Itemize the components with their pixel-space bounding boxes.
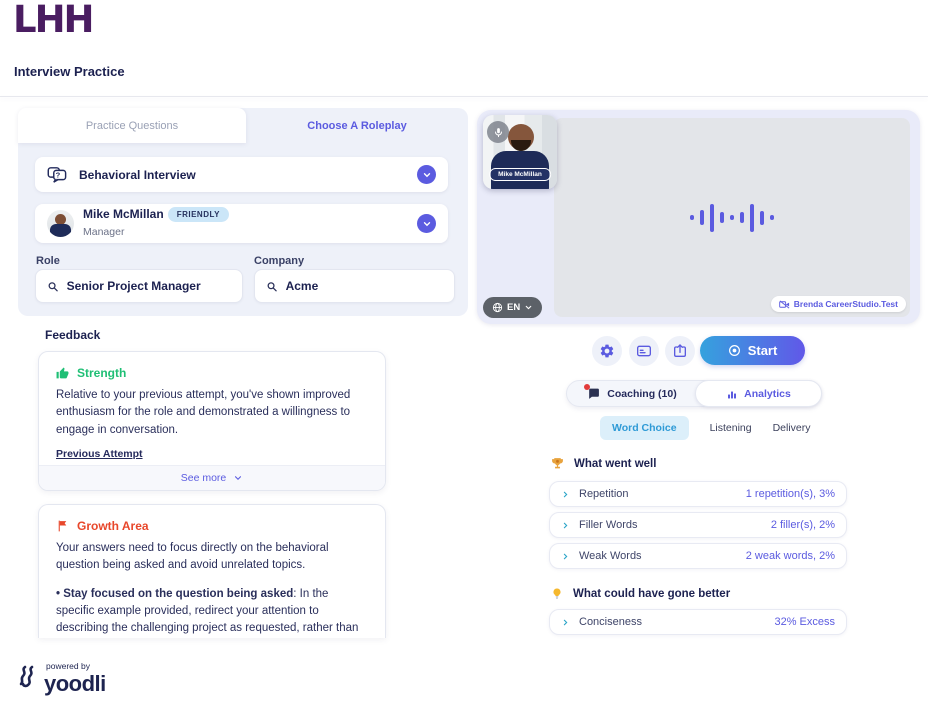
globe-icon (492, 302, 503, 313)
flag-icon (56, 519, 69, 533)
growth-paragraph: Your answers need to focus directly on t… (56, 540, 368, 575)
growth-area-card: Growth Area Your answers need to focus d… (38, 504, 386, 638)
header-divider (0, 96, 928, 97)
company-search-field (254, 269, 455, 303)
metric-row-filler-words[interactable]: Filler Words 2 filler(s), 2% (549, 512, 847, 538)
persona-name: Mike McMillan (83, 207, 164, 221)
chevron-right-icon (561, 521, 570, 530)
growth-title: Growth Area (77, 519, 149, 533)
webcam-thumbnail: Mike McMillan (483, 115, 557, 189)
svg-text:?: ? (56, 170, 61, 179)
role-search-field (35, 269, 243, 303)
chevron-down-icon (422, 219, 432, 229)
mode-tabs: Coaching (10) Analytics (566, 380, 822, 407)
chevron-right-icon (561, 552, 570, 561)
metric-row-repetition[interactable]: Repetition 1 repetition(s), 3% (549, 481, 847, 507)
bar-chart-icon (726, 388, 738, 400)
analytics-tab-label: Analytics (744, 388, 791, 400)
search-icon (47, 280, 59, 293)
yoodli-mark-icon (16, 663, 40, 695)
metric-row-conciseness[interactable]: Conciseness 32% Excess (549, 609, 847, 635)
captions-icon (636, 343, 652, 359)
gone-better-title: What could have gone better (573, 588, 730, 600)
roleplay-panel: Practice Questions Choose A Roleplay ? B… (18, 108, 468, 316)
see-more-button[interactable]: See more (39, 465, 385, 490)
share-icon (672, 343, 688, 359)
lhh-logo: LHH (13, 0, 93, 41)
persona-expand-button[interactable] (417, 214, 436, 233)
strength-body: Relative to your previous attempt, you'v… (39, 387, 385, 439)
yoodli-wordmark: yoodli (44, 673, 106, 695)
role-input[interactable] (67, 279, 231, 293)
tab-choose-a-roleplay[interactable]: Choose A Roleplay (246, 108, 468, 143)
participant-name-pill: Mike McMillan (489, 168, 551, 181)
strength-card: Strength Relative to your previous attem… (38, 351, 386, 491)
powered-by-label: powered by (46, 662, 106, 671)
feedback-heading: Feedback (45, 328, 100, 342)
tab-practice-questions[interactable]: Practice Questions (18, 108, 246, 143)
persona-badge: FRIENDLY (168, 207, 229, 222)
recorder-label-pill: Brenda CareerStudio.Test (771, 296, 906, 312)
chevron-down-icon (233, 473, 243, 483)
settings-button[interactable] (592, 336, 622, 366)
scenario-expand-button[interactable] (417, 165, 436, 184)
went-well-title: What went well (574, 458, 656, 470)
went-well-heading: What went well (551, 457, 656, 470)
subtab-delivery[interactable]: Delivery (773, 422, 811, 434)
growth-bullet: • Stay focused on the question being ask… (56, 586, 368, 639)
search-icon (266, 280, 278, 293)
subtab-word-choice[interactable]: Word Choice (600, 416, 689, 440)
tab-coaching[interactable]: Coaching (10) (567, 381, 697, 406)
record-icon (728, 344, 741, 357)
avatar (47, 210, 74, 237)
recording-preview-area: Brenda CareerStudio.Test (554, 118, 910, 317)
interview-practice-app: LHH Interview Practice Practice Question… (0, 0, 928, 706)
see-more-label: See more (181, 472, 227, 484)
coaching-tab-label: Coaching (10) (607, 388, 676, 400)
video-stage: Brenda CareerStudio.Test Mike McMillan E… (477, 110, 920, 324)
analytics-subtabs: Word Choice Listening Delivery (600, 416, 811, 440)
mic-icon (487, 121, 509, 143)
chevron-down-icon (524, 303, 533, 312)
page-title: Interview Practice (14, 64, 125, 79)
trophy-icon (551, 457, 564, 470)
company-input[interactable] (286, 279, 443, 293)
persona-subtitle: Manager (83, 226, 124, 238)
language-selector[interactable]: EN (483, 297, 542, 318)
waveform-icon (690, 204, 774, 232)
thumbs-up-icon (56, 367, 69, 380)
strength-title: Strength (77, 366, 126, 380)
previous-attempt-link[interactable]: Previous Attempt (56, 448, 143, 460)
company-field-label: Company (254, 255, 304, 267)
language-code: EN (507, 302, 520, 313)
chevron-down-icon (422, 170, 432, 180)
scenario-title: Behavioral Interview (79, 168, 196, 182)
persona-card: Mike McMillan FRIENDLY Manager (35, 204, 448, 243)
powered-by-yoodli-logo: powered by yoodli (16, 662, 106, 695)
chevron-right-icon (561, 618, 570, 627)
role-field-label: Role (36, 255, 60, 267)
question-chat-icon: ? (47, 166, 69, 184)
share-button[interactable] (665, 336, 695, 366)
gear-icon (599, 343, 615, 359)
video-off-icon (779, 300, 790, 309)
chevron-right-icon (561, 490, 570, 499)
scenario-card: ? Behavioral Interview (35, 157, 448, 192)
lightbulb-icon (551, 587, 563, 600)
subtab-listening[interactable]: Listening (710, 422, 752, 434)
start-button[interactable]: Start (700, 336, 805, 365)
metric-row-weak-words[interactable]: Weak Words 2 weak words, 2% (549, 543, 847, 569)
tab-analytics[interactable]: Analytics (695, 380, 822, 407)
start-label: Start (748, 343, 778, 358)
captions-button[interactable] (629, 336, 659, 366)
recorder-label: Brenda CareerStudio.Test (794, 299, 898, 309)
gone-better-heading: What could have gone better (551, 587, 730, 600)
